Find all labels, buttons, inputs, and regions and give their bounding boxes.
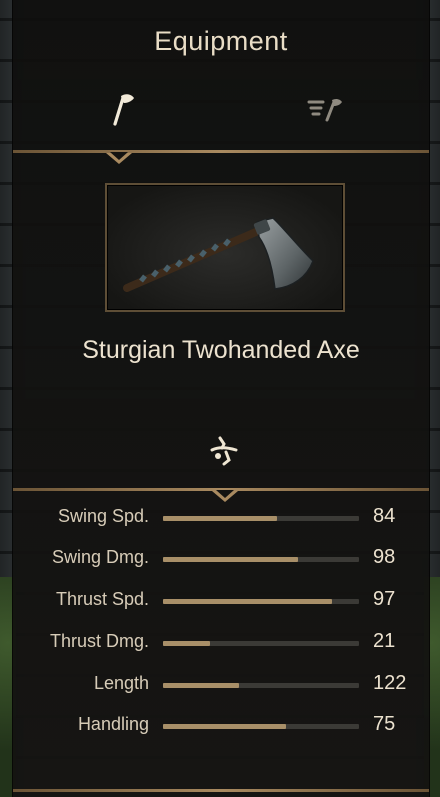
stance-slot xyxy=(206,432,242,468)
stat-row-length: Length 122 xyxy=(13,669,429,699)
stat-label: Length xyxy=(93,673,149,693)
stat-row-thrust-speed: Thrust Spd. 97 xyxy=(13,585,429,615)
stat-value: 97 xyxy=(373,588,396,610)
stat-label: Swing Dmg. xyxy=(51,547,149,567)
stat-value: 75 xyxy=(373,713,396,735)
stat-label: Thrust Spd. xyxy=(55,589,149,609)
axe-icon xyxy=(113,94,134,126)
tab-equipment-list[interactable] xyxy=(305,88,345,128)
stat-value: 84 xyxy=(373,505,396,527)
stats-indicator xyxy=(212,490,238,502)
tab-weapon[interactable] xyxy=(101,88,141,128)
equipment-panel: Equipment Sturgian Twohanded Axe Swing S… xyxy=(12,0,430,797)
stat-value: 98 xyxy=(373,546,396,568)
stat-bar-fill xyxy=(163,683,240,688)
stat-bar xyxy=(163,599,359,604)
stat-bar xyxy=(163,724,359,729)
panel-title: Equipment xyxy=(154,26,288,56)
stat-value: 21 xyxy=(373,630,396,652)
two-handed-stance-icon xyxy=(210,436,238,466)
equipment-list-icon xyxy=(307,98,342,122)
weapon-preview-frame xyxy=(105,183,345,312)
stat-bar-fill xyxy=(163,724,287,729)
stat-row-swing-damage: Swing Dmg. 98 xyxy=(13,543,429,573)
stat-bar xyxy=(163,641,359,646)
two-handed-axe-image xyxy=(123,217,314,292)
stat-value: 122 xyxy=(373,672,407,694)
stat-bar xyxy=(163,557,359,562)
stat-bar-fill xyxy=(163,557,299,562)
bottom-divider xyxy=(13,789,429,792)
active-tab-indicator xyxy=(106,152,132,164)
stat-bar xyxy=(163,516,359,521)
stat-label: Swing Spd. xyxy=(57,506,149,526)
stat-label: Thrust Dmg. xyxy=(49,631,149,651)
tab-divider xyxy=(13,150,429,153)
stat-bar xyxy=(163,683,359,688)
item-name: Sturgian Twohanded Axe xyxy=(82,336,360,364)
stat-row-swing-speed: Swing Spd. 84 xyxy=(13,502,429,532)
stat-row-handling: Handling 75 xyxy=(13,710,429,740)
stat-label: Handling xyxy=(77,714,149,734)
stat-bar-fill xyxy=(163,599,332,604)
stat-row-thrust-damage: Thrust Dmg. 21 xyxy=(13,627,429,657)
stat-bar-fill xyxy=(163,641,211,646)
stat-bar-fill xyxy=(163,516,277,521)
